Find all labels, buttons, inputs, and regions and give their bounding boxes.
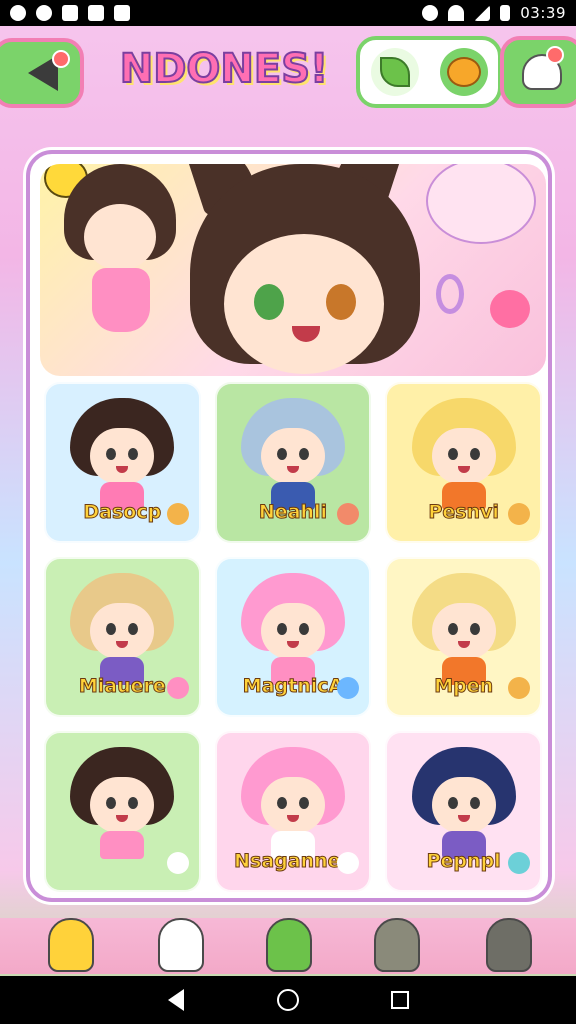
character-avatar <box>240 398 345 510</box>
character-avatar <box>411 747 516 860</box>
nav-home-button[interactable] <box>274 986 302 1014</box>
blob-mascot-icon <box>426 164 536 244</box>
profile-button[interactable] <box>500 36 576 108</box>
character-avatar <box>240 572 345 685</box>
heart-icon <box>490 290 530 328</box>
chick-icon[interactable] <box>48 918 94 972</box>
nav-back-icon <box>168 989 184 1011</box>
creature-icon <box>446 57 481 87</box>
clock: 03:39 <box>520 4 566 22</box>
character-avatar <box>70 747 175 860</box>
character-avatar <box>411 572 516 685</box>
sticker-icon <box>508 852 530 874</box>
avatar-face <box>431 777 496 834</box>
character-avatar <box>411 398 516 510</box>
character-card[interactable]: Miauere <box>44 556 201 718</box>
app-title: NDONES! <box>119 45 330 93</box>
avatar-eye <box>276 797 287 810</box>
character-cat-girl-eye-right <box>326 284 356 320</box>
whatsapp-icon <box>36 5 52 21</box>
avatar-face <box>431 428 496 484</box>
sticker-icon <box>508 502 530 525</box>
character-avatar <box>240 747 345 860</box>
sticker-icon <box>166 502 189 525</box>
avatar-eye <box>276 448 287 460</box>
frog-icon[interactable] <box>266 918 312 972</box>
status-bar: 03:39 <box>0 0 576 26</box>
character-card[interactable]: Dasocp <box>44 382 201 543</box>
signal-icon <box>474 5 491 21</box>
avatar-eye <box>128 448 139 460</box>
avatar-eye <box>447 797 458 810</box>
nav-recent-button[interactable] <box>386 986 414 1014</box>
app-notification-icon <box>10 5 26 21</box>
avatar-eye <box>298 797 309 810</box>
notification-badge <box>52 50 70 68</box>
avatar-face <box>260 428 325 484</box>
character-card[interactable] <box>44 731 201 892</box>
avatar-face <box>90 428 155 484</box>
nav-back-button[interactable] <box>162 986 190 1014</box>
leaf-button[interactable] <box>370 48 419 96</box>
nav-recent-icon <box>391 991 409 1009</box>
wifi-icon <box>448 5 465 21</box>
cat-icon[interactable] <box>486 918 532 972</box>
battery-icon <box>500 5 511 21</box>
system-nav-bar <box>0 976 576 1024</box>
avatar-eye <box>469 448 480 460</box>
download-icon <box>114 5 130 21</box>
avatar-body <box>100 831 145 860</box>
avatar-eye <box>469 797 480 810</box>
avatar-eye <box>128 622 139 635</box>
back-button[interactable] <box>0 38 84 108</box>
character-cat-girl-face <box>224 234 384 374</box>
mail-icon <box>88 5 104 21</box>
sticker-icon <box>166 852 189 874</box>
avatar-eye <box>447 448 458 460</box>
character-cat-girl-eye-left <box>254 284 284 320</box>
avatar-eye <box>469 622 480 635</box>
bear-icon[interactable] <box>374 918 420 972</box>
character-avatar <box>70 572 175 685</box>
avatar-face <box>90 777 155 834</box>
avatar-face <box>260 602 325 659</box>
character-card[interactable]: Pepnpl <box>385 731 542 892</box>
profile-badge <box>546 46 564 64</box>
character-card[interactable]: MagtnicA <box>214 556 372 718</box>
status-left <box>10 5 130 21</box>
avatar-eye <box>276 622 287 635</box>
hero-banner <box>40 164 546 376</box>
avatar-eye <box>298 448 309 460</box>
character-card[interactable]: Mpen <box>385 556 542 718</box>
leaf-icon <box>379 57 410 87</box>
character-card[interactable]: Neahli <box>214 382 372 543</box>
avatar-eye <box>106 448 117 460</box>
image-icon <box>62 5 78 21</box>
sheep-icon[interactable] <box>158 918 204 972</box>
status-right: 03:39 <box>422 4 566 22</box>
character-card[interactable]: Nsagannes <box>214 731 372 892</box>
character-girl-small-body <box>92 268 150 332</box>
sticker-icon <box>337 502 360 525</box>
avatar-face <box>431 602 496 659</box>
header: NDONES! <box>0 34 576 112</box>
character-girl-small-face <box>84 204 156 270</box>
character-grid: Dasocp Neahli Pesnvi Miauere MagtnicA Mpen Nsa… <box>44 382 542 892</box>
avatar-eye <box>106 622 117 635</box>
nav-home-icon <box>277 989 299 1011</box>
avatar-eye <box>106 797 117 810</box>
main-panel: Dasocp Neahli Pesnvi Miauere MagtnicA Mpen Nsa… <box>26 150 552 902</box>
avatar-eye <box>298 622 309 635</box>
header-icon-group <box>356 36 502 108</box>
avatar-eye <box>128 797 139 810</box>
character-card[interactable]: Pesnvi <box>385 382 542 543</box>
avatar-eye <box>447 622 458 635</box>
character-avatar <box>70 398 175 510</box>
avatar-face <box>260 777 325 834</box>
avatar-face <box>90 602 155 659</box>
swirl-icon <box>436 274 464 314</box>
creature-button[interactable] <box>439 48 488 96</box>
sticker-icon <box>166 677 189 700</box>
alarm-icon <box>422 5 439 21</box>
